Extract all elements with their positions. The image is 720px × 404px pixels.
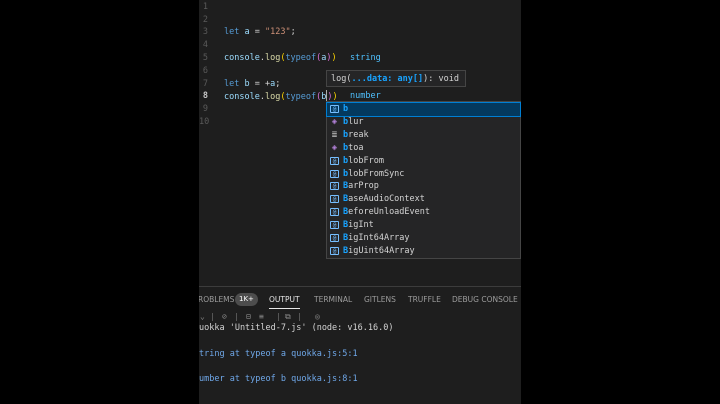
line-number: 10 (199, 117, 210, 127)
line-number: 3 (202, 27, 208, 37)
line-number: 4 (202, 40, 208, 50)
tab-truffle[interactable]: TRUFFLE (408, 295, 441, 305)
editor-line: 5 console.log(typeof(a)) string (199, 52, 521, 65)
suggestion-item[interactable]: ◈ blur (327, 116, 520, 129)
variable-icon: @ (330, 208, 339, 217)
line-number: 5 (202, 53, 208, 63)
panel-tabs: ROBLEMS 1K+ OUTPUT TERMINAL GITLENS TRUF… (199, 287, 521, 311)
variable-icon: @ (330, 105, 339, 113)
suggestion-item[interactable]: @ BigUint64Array (327, 245, 520, 258)
suggestion-label: btoa (343, 142, 364, 153)
line-number: 9 (202, 104, 208, 114)
suggestion-label: BigUint64Array (343, 245, 415, 256)
suggestion-label: blur (343, 116, 364, 127)
code-line-5[interactable]: console.log(typeof(a)) (224, 52, 337, 65)
method-icon: ◈ (331, 142, 338, 153)
suggestion-label: b (343, 104, 349, 114)
suggestion-label: BarProp (343, 181, 379, 192)
tab-terminal[interactable]: TERMINAL (314, 295, 352, 305)
suggestion-item[interactable]: ◈ btoa (327, 142, 520, 155)
line-number: 1 (202, 2, 208, 12)
suggestion-label: BaseAudioContext (343, 194, 425, 205)
editor-line: 4 (199, 39, 521, 52)
suggestion-item[interactable]: @ BarProp (327, 180, 520, 193)
suggestion-item[interactable]: @ BigInt64Array (327, 232, 520, 245)
method-icon: ◈ (331, 116, 338, 127)
suggestion-label: BeforeUnloadEvent (343, 207, 431, 218)
editor-line: 3 let a = "123"; (199, 26, 521, 39)
suggestion-item[interactable]: @ b (326, 102, 521, 117)
active-parameter: ...data: any[] (351, 74, 424, 84)
suggestion-item[interactable]: @ blobFrom (327, 155, 520, 168)
suggestion-item[interactable]: @ BigInt (327, 219, 520, 232)
toolbar-divider (236, 313, 237, 321)
variable-icon: @ (330, 246, 339, 255)
suggestion-item[interactable]: ≣ break (327, 129, 520, 142)
editor-line: 1 (199, 1, 521, 14)
tab-gitlens[interactable]: GITLENS (364, 295, 396, 305)
suggestion-label: blobFromSync (343, 168, 405, 179)
suggestion-item[interactable]: @ BeforeUnloadEvent (327, 206, 520, 219)
suggestion-label: break (343, 129, 369, 140)
variable-icon: @ (330, 221, 339, 230)
variable-icon: @ (330, 169, 339, 178)
quokka-inline-value: string (350, 53, 381, 63)
code-line-3[interactable]: let a = "123"; (224, 26, 296, 39)
output-line: umber at typeof b quokka.js:8:1 (199, 374, 358, 384)
bottom-panel: ROBLEMS 1K+ OUTPUT TERMINAL GITLENS TRUF… (199, 286, 521, 404)
toolbar-divider (212, 313, 213, 321)
code-line-8[interactable]: console.log(typeof(b)) (224, 90, 338, 104)
variable-icon: @ (330, 156, 339, 165)
output-line: uokka 'Untitled-7.js' (node: v16.16.0) (199, 323, 394, 333)
variable-icon: @ (330, 234, 339, 242)
tab-output[interactable]: OUTPUT (269, 295, 300, 309)
suggestion-label: BigInt64Array (343, 233, 410, 243)
toolbar-divider (278, 313, 279, 321)
toolbar-divider (299, 313, 300, 321)
suggestion-item[interactable]: @ BaseAudioContext (327, 193, 520, 206)
suggestion-widget[interactable]: @ b ◈ blur ≣ break ◈ btoa @ blobFrom @ blobFromSync… (326, 101, 521, 259)
suggestion-item[interactable]: @ blobFromSync (327, 168, 520, 181)
problems-count-badge: 1K+ (235, 293, 258, 306)
line-number: 8 (202, 91, 208, 101)
line-number: 6 (202, 66, 208, 76)
tab-debug-console[interactable]: DEBUG CONSOLE (452, 295, 518, 305)
tab-problems[interactable]: ROBLEMS (199, 295, 234, 305)
suggestion-label: BigInt (343, 220, 374, 231)
output-line: tring at typeof a quokka.js:5:1 (199, 349, 358, 359)
variable-icon: @ (330, 195, 339, 204)
vscode-window: 1 2 3 let a = "123"; 4 5 console.log(typ… (199, 0, 521, 404)
code-editor[interactable]: 1 2 3 let a = "123"; 4 5 console.log(typ… (199, 0, 521, 286)
signature-help-popup: log(...data: any[]): void (326, 70, 466, 87)
keyword-icon: ≣ (331, 129, 338, 140)
variable-icon: @ (330, 182, 339, 191)
suggestion-label: blobFrom (343, 155, 384, 166)
